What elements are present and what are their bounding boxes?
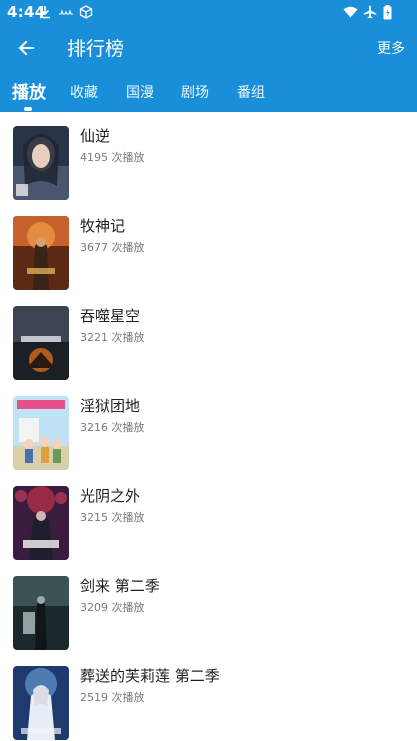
- item-play-count: 3221 次播放: [80, 331, 145, 344]
- arrow-left-icon: [17, 39, 35, 61]
- item-play-count: 4195 次播放: [80, 151, 145, 164]
- item-play-count: 3215 次播放: [80, 511, 145, 524]
- status-bar: 4:44: [0, 0, 417, 24]
- tab-bangumi[interactable]: 番组: [237, 76, 265, 112]
- ranking-item[interactable]: 淫狱团地 3216 次播放: [0, 382, 417, 472]
- tab-favorites[interactable]: 收藏: [70, 76, 98, 112]
- cover-image: [13, 486, 69, 560]
- wifi-icon: [343, 4, 358, 20]
- ranking-item[interactable]: 牧神记 3677 次播放: [0, 202, 417, 292]
- item-title: 牧神记: [80, 217, 126, 235]
- tab-theater[interactable]: 剧场: [181, 76, 209, 112]
- toolbar: 排行榜 更多: [0, 24, 417, 76]
- tab-bar: 播放 收藏 国漫 剧场 番组: [0, 76, 417, 112]
- tab-guoman[interactable]: 国漫: [126, 76, 154, 112]
- back-button[interactable]: [10, 34, 42, 66]
- ranking-item[interactable]: 吞噬星空 3221 次播放: [0, 292, 417, 382]
- item-title: 剑来 第二季: [80, 577, 160, 595]
- airplane-mode-icon: [363, 4, 377, 20]
- page-title: 排行榜: [67, 38, 125, 60]
- ranking-item[interactable]: 仙逆 4195 次播放: [0, 112, 417, 202]
- cover-image: [13, 396, 69, 470]
- ranking-item[interactable]: 剑来 第二季 3209 次播放: [0, 562, 417, 652]
- item-play-count: 3677 次播放: [80, 241, 145, 254]
- item-title: 吞噬星空: [80, 307, 141, 325]
- download-icon: [38, 4, 52, 20]
- item-title: 葬送的芙莉莲 第二季: [80, 667, 220, 685]
- item-play-count: 3209 次播放: [80, 601, 145, 614]
- cover-image: [13, 216, 69, 290]
- ranking-item[interactable]: 光阴之外 3215 次播放: [0, 472, 417, 562]
- tab-indicator: [24, 107, 32, 111]
- cover-image: [13, 576, 69, 650]
- cube-icon: [79, 4, 93, 20]
- cover-image: [13, 306, 69, 380]
- app-bar: 4:44 排行榜 更多 播放 收藏 国漫 剧场 番组: [0, 0, 417, 112]
- item-title: 仙逆: [80, 127, 111, 145]
- cover-image: [13, 666, 69, 740]
- item-play-count: 3216 次播放: [80, 421, 145, 434]
- item-play-count: 2519 次播放: [80, 691, 145, 704]
- ranking-list: 仙逆 4195 次播放 牧神记 3677 次播放 吞噬星空 3221 次播放 淫…: [0, 112, 417, 741]
- item-title: 光阴之外: [80, 487, 141, 505]
- battery-icon: [383, 4, 392, 20]
- more-button[interactable]: 更多: [377, 39, 405, 59]
- item-title: 淫狱团地: [80, 397, 141, 415]
- cover-image: [13, 126, 69, 200]
- ranking-item[interactable]: 葬送的芙莉莲 第二季 2519 次播放: [0, 652, 417, 741]
- notification-icon: [58, 4, 74, 20]
